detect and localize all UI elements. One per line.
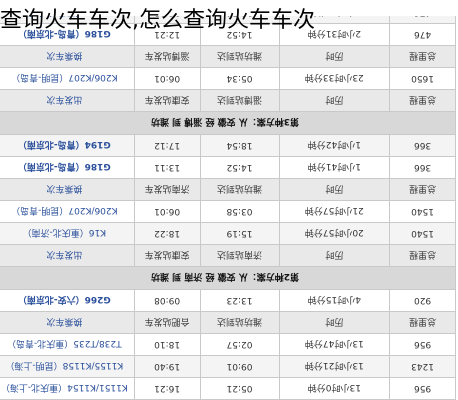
departure-cell: 16:21 [134,377,201,400]
distance-cell: 1650 [389,67,456,90]
distance-cell: 总里程 [389,89,456,112]
table-row: 1650 23小时33分钟 05:34 06:01 K206/K207（昆明-青岛） [0,67,456,90]
plan-heading-row: 第3种方案：从 安徽 经 淄博 到 潍坊 [0,111,456,135]
table-row: 1540 20小时57分钟 15:19 18:22 K16（重庆北-济南） [0,222,456,245]
train-cell: K1155/K1158（昆明-上海） [0,355,135,378]
train-cell: K206/K207（昆明-青岛） [0,200,135,223]
departure-cell: 17:12 [134,134,201,157]
duration-cell: 历时 [279,244,390,267]
train-cell: 换乘车次 [0,45,135,68]
departure-cell: 安康站发车 [134,244,201,267]
table-row: 920 4小时15分钟 13:23 09:08 G266（六安-北京南） [0,289,456,312]
distance-cell: 总里程 [389,244,456,267]
table-row: 366 1小时41分钟 14:52 13:11 G186（青岛-北京南） [0,156,456,179]
departure-cell: 09:08 [134,289,201,312]
departure-cell: 06:01 [134,67,201,90]
duration-cell: 历时 [279,178,390,201]
train-schedule-table: 956 13小时0分钟 05:21 16:21 K1151/K1154（重庆北-上海） 1… [0,16,456,400]
departure-cell: 淄博站发车 [134,45,201,68]
train-cell: 换乘车次 [0,311,135,334]
arrival-cell: 05:21 [200,377,280,400]
departure-cell: 06:01 [134,200,201,223]
departure-cell: 13:11 [134,156,201,179]
train-cell: G194（青岛-北京南） [0,134,135,157]
duration-cell: 23小时33分钟 [279,67,390,90]
arrival-cell: 13:23 [200,289,280,312]
arrival-cell: 潍坊站到达 [200,45,280,68]
duration-cell: 1小时41分钟 [279,156,390,179]
table-header-row: 总里程 历时 潍坊站到达 合肥站发车 换乘车次 [0,311,456,334]
table-row: 1243 13小时21分钟 09:01 19:40 K1155/K1158（昆明-上海） [0,355,456,378]
train-cell: G186（青岛-北京南） [0,156,135,179]
table-row: 956 13小时47分钟 02:57 18:10 T238/T235（重庆北-青岛） [0,333,456,356]
table-row: 956 13小时0分钟 05:21 16:21 K1151/K1154（重庆北-上海） [0,377,456,400]
table-header-row: 总里程 历时 潍坊站到达 淄博站发车 换乘车次 [0,45,456,68]
departure-cell: 18:10 [134,333,201,356]
train-cell: 出发车次 [0,89,135,112]
departure-cell: 18:22 [134,222,201,245]
distance-cell: 总里程 [389,311,456,334]
duration-cell: 历时 [279,89,390,112]
distance-cell: 1540 [389,200,456,223]
arrival-cell: 03:58 [200,200,280,223]
duration-cell: 13小时47分钟 [279,333,390,356]
duration-cell: 20小时57分钟 [279,222,390,245]
train-cell: K206/K207（昆明-青岛） [0,67,135,90]
arrival-cell: 潍坊站到达 [200,311,280,334]
arrival-cell: 18:54 [200,134,280,157]
arrival-cell: 淄博站到达 [200,89,280,112]
duration-cell: 历时 [279,311,390,334]
table-header-row: 总里程 历时 淄博站到达 安康站发车 出发车次 [0,89,456,112]
duration-cell: 13小时21分钟 [279,355,390,378]
train-cell: K1151/K1154（重庆北-上海） [0,377,135,400]
distance-cell: 956 [389,377,456,400]
distance-cell: 总里程 [389,178,456,201]
plan-heading-row: 第2种方案：从 安徽 经 济南 到 潍坊 [0,266,456,290]
table-row: 366 1小时42分钟 18:54 17:12 G194（青岛-北京南） [0,134,456,157]
plan-heading: 第2种方案：从 安徽 经 济南 到 潍坊 [0,266,456,290]
distance-cell: 920 [389,289,456,312]
train-cell: T238/T235（重庆北-青岛） [0,333,135,356]
train-cell: G266（六安-北京南） [0,289,135,312]
distance-cell: 366 [389,134,456,157]
distance-cell: 1540 [389,222,456,245]
arrival-cell: 潍坊站到达 [200,178,280,201]
table-header-row: 总里程 历时 济南站到达 安康站发车 出发车次 [0,244,456,267]
departure-cell: 19:40 [134,355,201,378]
duration-cell: 4小时15分钟 [279,289,390,312]
train-cell: 换乘车次 [0,178,135,201]
departure-cell: 安康站发车 [134,89,201,112]
distance-cell: 956 [389,333,456,356]
train-cell: K16（重庆北-济南） [0,222,135,245]
table-row: 1540 21小时57分钟 03:58 06:01 K206/K207（昆明-青岛） [0,200,456,223]
arrival-cell: 09:01 [200,355,280,378]
duration-cell: 21小时57分钟 [279,200,390,223]
arrival-cell: 14:52 [200,156,280,179]
duration-cell: 13小时0分钟 [279,377,390,400]
departure-cell: 合肥站发车 [134,311,201,334]
distance-cell: 总里程 [389,45,456,68]
departure-cell: 济南站发车 [134,178,201,201]
train-schedule-image: 956 13小时0分钟 05:21 16:21 K1151/K1154（重庆北-上海） 1… [0,16,456,400]
arrival-cell: 济南站到达 [200,244,280,267]
plan-heading: 第3种方案：从 安徽 经 淄博 到 潍坊 [0,111,456,135]
train-cell: 出发车次 [0,244,135,267]
arrival-cell: 02:57 [200,333,280,356]
distance-cell: 366 [389,156,456,179]
table-header-row: 总里程 历时 潍坊站到达 济南站发车 换乘车次 [0,178,456,201]
page-title: 查询火车车次,怎么查询火车车次 [0,8,315,33]
duration-cell: 历时 [279,45,390,68]
arrival-cell: 05:34 [200,67,280,90]
distance-cell: 1243 [389,355,456,378]
arrival-cell: 15:19 [200,222,280,245]
duration-cell: 1小时42分钟 [279,134,390,157]
